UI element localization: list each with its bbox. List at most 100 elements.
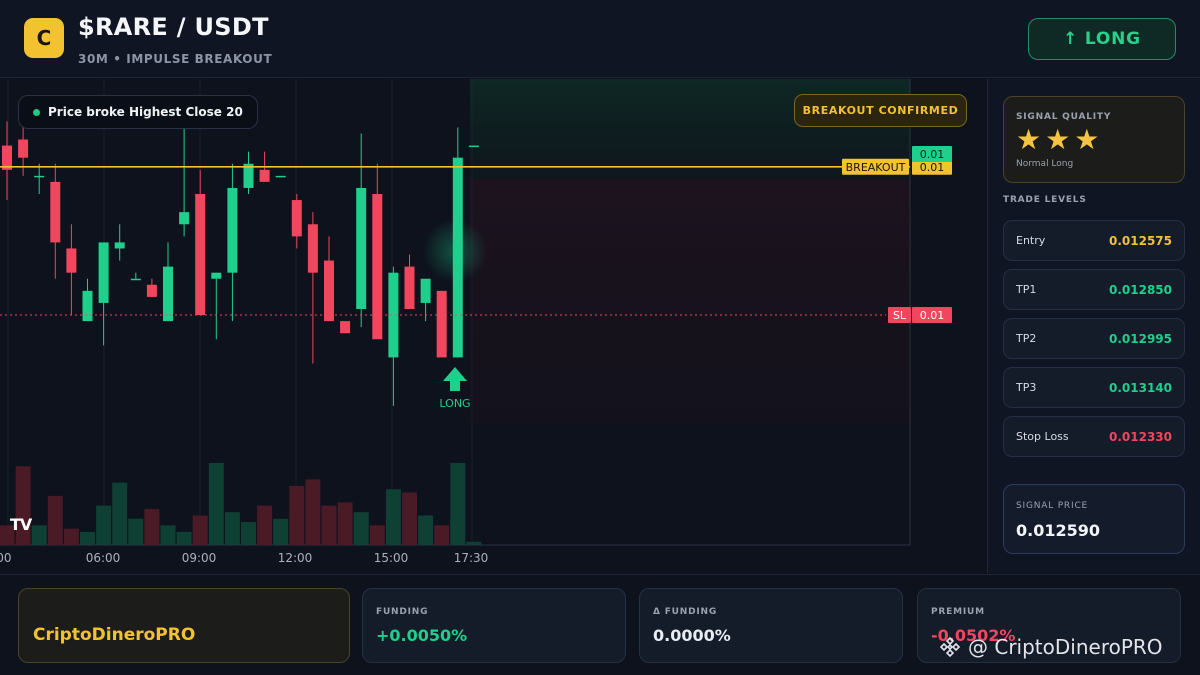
trade-level-value: 0.012850: [1108, 283, 1172, 297]
candle-body: [452, 157, 463, 358]
signal-quality-sub: Normal Long: [1016, 159, 1074, 169]
candle-body: [66, 248, 77, 273]
trade-level-entry: Entry 0.012575: [1003, 220, 1185, 261]
candle-body: [146, 284, 157, 297]
signal-price-label: SIGNAL PRICE: [1016, 501, 1089, 511]
long-marker-label: LONG: [439, 397, 470, 410]
signal-price-value: 0.012590: [1016, 521, 1101, 540]
candle-body: [307, 224, 318, 273]
funding-card: FUNDING +0.0050%: [362, 588, 626, 663]
sidebar: SIGNAL QUALITY ★ ★ ★ Normal Long TRADE LEV…: [987, 79, 1200, 573]
chart-svg: BREAKOUT0.010.01SL0.01 3:0006:0009:0012:…: [0, 79, 952, 565]
time-label: 3:00: [0, 551, 11, 565]
trade-level-value: 0.013140: [1108, 381, 1172, 395]
time-axis: 3:00 06:00 09:00 12:00 15:00 17:30: [0, 551, 488, 565]
volume-bar: [337, 502, 353, 545]
volume-bar: [208, 463, 224, 545]
sl-zone: [470, 179, 910, 424]
star-icon: ★: [1045, 123, 1071, 156]
volume-bar: [144, 508, 160, 545]
candle-body: [227, 187, 238, 273]
volume-bar: [96, 505, 112, 545]
candle-body: [18, 139, 29, 158]
sl-label: SL: [893, 309, 907, 322]
candle-body: [324, 260, 334, 322]
candle-body: [50, 181, 61, 243]
long-marker: LONG: [439, 367, 471, 410]
premium-label: PREMIUM: [931, 607, 985, 617]
funding-value: +0.0050%: [376, 626, 468, 645]
volume-bar: [369, 525, 385, 545]
binance-icon: [939, 636, 961, 658]
volume-bar: [402, 492, 417, 545]
trade-level-stop-loss: Stop Loss 0.012330: [1003, 416, 1185, 457]
app-logo: C: [24, 18, 64, 58]
volume-bar: [47, 495, 63, 545]
candle-body: [211, 272, 222, 279]
volume-bar: [418, 515, 434, 545]
brand-name: CriptoDineroPRO: [33, 625, 196, 645]
trade-level-label: TP3: [1016, 381, 1037, 394]
trade-level-label: Stop Loss: [1016, 430, 1069, 443]
candle-body: [82, 290, 93, 322]
volume-bar: [257, 505, 273, 545]
candle-body: [179, 212, 190, 225]
candles: [2, 103, 479, 406]
time-label: 17:30: [454, 551, 489, 565]
volume-bars: [0, 463, 482, 545]
candle-body: [275, 175, 286, 178]
trade-level-value: 0.012330: [1108, 430, 1172, 444]
star-icon: ★: [1074, 123, 1100, 156]
candle-body: [340, 321, 351, 334]
volume-bar: [176, 531, 192, 545]
breakout-value: 0.01: [920, 161, 945, 174]
time-label: 09:00: [182, 551, 217, 565]
trade-level-tp3: TP3 0.013140: [1003, 367, 1185, 408]
timeframe-subtitle: 30M • IMPULSE BREAKOUT: [78, 52, 273, 66]
volume-bar: [192, 515, 208, 545]
sl-value: 0.01: [920, 309, 945, 322]
candle-body: [259, 169, 270, 182]
volume-bar: [31, 525, 47, 545]
signal-price-card: SIGNAL PRICE 0.012590: [1003, 484, 1185, 554]
funding-label: FUNDING: [376, 607, 429, 617]
volume-bar: [112, 482, 128, 545]
delta-funding-label: Δ FUNDING: [653, 607, 718, 617]
volume-bar: [63, 528, 79, 545]
breakout-label: BREAKOUT: [846, 161, 906, 174]
candle-body: [404, 266, 415, 309]
price-chart[interactable]: BREAKOUT0.010.01SL0.01 3:0006:0009:0012:…: [0, 79, 986, 573]
watermark: @ CriptoDineroPRO: [938, 635, 1163, 659]
delta-funding-card: Δ FUNDING 0.0000%: [639, 588, 903, 663]
candle-body: [130, 278, 141, 281]
volume-bar: [385, 489, 401, 545]
volume-bar: [305, 479, 321, 545]
volume-bar: [241, 522, 256, 545]
signal-quality-label: SIGNAL QUALITY: [1016, 112, 1112, 122]
time-label: 15:00: [374, 551, 409, 565]
candle-body: [163, 266, 173, 322]
info-pill: Price broke Highest Close 20: [18, 95, 258, 129]
trade-level-label: TP1: [1016, 283, 1037, 296]
trade-level-value: 0.012995: [1108, 332, 1172, 346]
trade-level-label: Entry: [1016, 234, 1046, 247]
info-pill-text: Price broke Highest Close 20: [48, 105, 243, 119]
long-button[interactable]: ↑ LONG: [1028, 18, 1176, 60]
trade-level-value: 0.012575: [1108, 234, 1172, 248]
candle-body: [372, 194, 383, 340]
candle-body: [436, 290, 447, 358]
watermark-text: @ CriptoDineroPRO: [968, 635, 1163, 659]
candle-body: [468, 145, 479, 148]
pair-title: $RARE / USDT: [78, 13, 269, 41]
tradingview-logo: TV: [10, 515, 32, 534]
volume-bar: [434, 525, 450, 545]
trade-level-tp1: TP1 0.012850: [1003, 269, 1185, 310]
header: C $RARE / USDT 30M • IMPULSE BREAKOUT ↑ …: [0, 0, 1200, 78]
candle-body: [195, 194, 206, 316]
footer: CriptoDineroPRO FUNDING +0.0050% Δ FUNDI…: [0, 574, 1200, 675]
star-icon: ★: [1016, 123, 1042, 156]
volume-bar: [160, 525, 176, 545]
candle-body: [34, 175, 45, 178]
delta-funding-value: 0.0000%: [653, 626, 731, 645]
candle-body: [114, 242, 125, 249]
